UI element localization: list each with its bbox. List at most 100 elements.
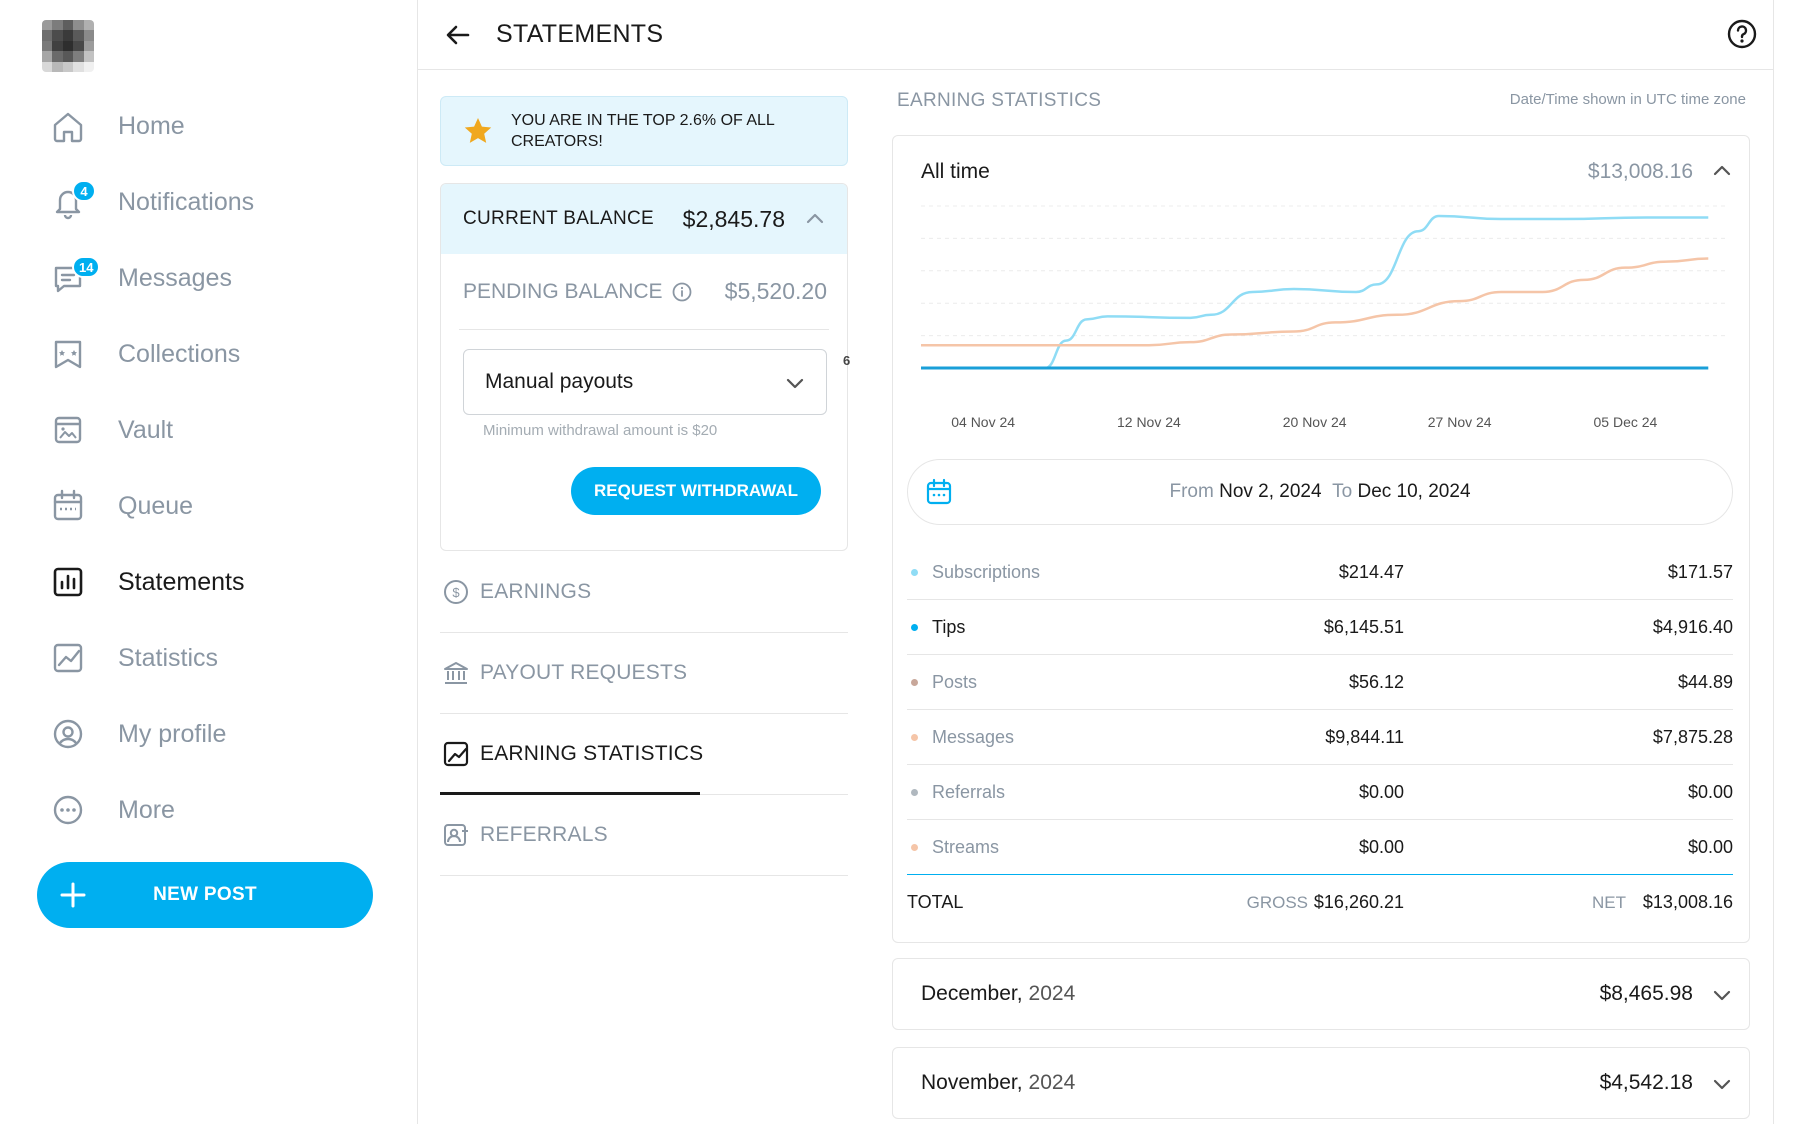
chart-series-line bbox=[921, 257, 1709, 347]
sidebar-nav: Home 4 Notifications 14 Messages Collections V… bbox=[0, 88, 417, 848]
sidebar-item-messages[interactable]: 14 Messages bbox=[0, 240, 417, 316]
legend-dot bbox=[911, 788, 918, 796]
total-label: TOTAL bbox=[907, 892, 964, 912]
avatar-pixel bbox=[73, 20, 84, 31]
sidebar-item-statements[interactable]: Statements bbox=[0, 544, 417, 620]
trend-icon bbox=[48, 638, 88, 678]
calendar-icon bbox=[48, 486, 88, 526]
pending-balance-amount: $5,520.20 bbox=[724, 278, 827, 304]
date-from: Nov 2, 2024 bbox=[1219, 481, 1322, 502]
gross-label: GROSS bbox=[1246, 892, 1308, 912]
avatar-pixel bbox=[62, 20, 74, 31]
avatar-pixel bbox=[62, 30, 74, 41]
chevron-down-icon[interactable] bbox=[1709, 982, 1735, 1008]
sidebar-item-label: Queue bbox=[118, 491, 194, 520]
earnings-row-gross: $214.47 bbox=[1338, 561, 1404, 582]
earnings-row-net: $0.00 bbox=[1687, 836, 1733, 857]
more-icon bbox=[48, 790, 88, 830]
chevron-up-icon[interactable] bbox=[1709, 158, 1735, 184]
earnings-row-net: $7,875.28 bbox=[1652, 726, 1733, 747]
earnings-row-gross: $56.12 bbox=[1348, 671, 1404, 692]
earnings-row-name: Subscriptions bbox=[932, 561, 1041, 582]
avatar[interactable] bbox=[42, 20, 94, 72]
earnings-total-row: TOTAL GROSS $16,260.21 NET $13,008.16 bbox=[907, 875, 1733, 930]
sidebar-item-profile[interactable]: My profile bbox=[0, 696, 417, 772]
earnings-row-net: $0.00 bbox=[1687, 781, 1733, 802]
earnings-row: Subscriptions $214.47 $171.57 bbox=[907, 545, 1733, 600]
back-arrow-icon[interactable] bbox=[442, 19, 474, 51]
tab-earnings[interactable]: $ EARNINGS bbox=[440, 552, 848, 633]
sidebar-item-collections[interactable]: Collections bbox=[0, 316, 417, 392]
bank-icon bbox=[442, 659, 470, 687]
avatar-pixel bbox=[83, 30, 94, 41]
trend-icon bbox=[442, 740, 470, 768]
avatar-pixel bbox=[62, 61, 74, 72]
tab-label: EARNINGS bbox=[480, 580, 592, 603]
date-from-label: From bbox=[1169, 481, 1214, 502]
min-withdrawal-note: Minimum withdrawal amount is $20 bbox=[483, 422, 718, 439]
sidebar-item-label: Messages bbox=[118, 263, 232, 292]
chart-x-tick-label: 20 Nov 24 bbox=[1282, 414, 1347, 430]
earnings-row-gross: $0.00 bbox=[1358, 836, 1404, 857]
request-withdrawal-button[interactable]: REQUEST WITHDRAWAL bbox=[571, 467, 821, 515]
balance-card: CURRENT BALANCE $2,845.78 PENDING BALANC… bbox=[440, 183, 848, 551]
avatar-pixel bbox=[52, 40, 63, 52]
date-to: Dec 10, 2024 bbox=[1357, 481, 1471, 502]
chevron-up-icon[interactable] bbox=[803, 207, 827, 231]
tab-referrals[interactable]: REFERRALS bbox=[440, 795, 848, 876]
collections-icon bbox=[48, 334, 88, 374]
month-summary-row[interactable]: November, 2024 $4,542.18 bbox=[892, 1047, 1750, 1119]
tab-earning-statistics[interactable]: EARNING STATISTICS bbox=[440, 714, 848, 795]
sidebar-item-notifications[interactable]: 4 Notifications bbox=[0, 164, 417, 240]
earnings-row-gross: $0.00 bbox=[1358, 781, 1404, 802]
chart-x-tick-label: 12 Nov 24 bbox=[1116, 414, 1181, 430]
avatar-pixel bbox=[83, 61, 94, 72]
month-amount: $4,542.18 bbox=[1599, 1071, 1693, 1094]
month-year: 2024 bbox=[1028, 982, 1076, 1005]
pending-balance-label: PENDING BALANCE bbox=[463, 279, 663, 303]
svg-text:$: $ bbox=[452, 585, 460, 600]
bar-chart-icon bbox=[48, 562, 88, 602]
total-net: $13,008.16 bbox=[1642, 892, 1733, 912]
profile-icon bbox=[48, 714, 88, 754]
tab-payout-requests[interactable]: PAYOUT REQUESTS bbox=[440, 633, 848, 714]
total-gross: $16,260.21 bbox=[1313, 892, 1404, 912]
timezone-note: Date/Time shown in UTC time zone bbox=[1509, 91, 1746, 108]
avatar-pixel bbox=[73, 40, 84, 52]
month-summary-row[interactable]: December, 2024 $8,465.98 bbox=[892, 958, 1750, 1030]
new-post-button[interactable]: NEW POST bbox=[37, 862, 373, 928]
sidebar-item-home[interactable]: Home bbox=[0, 88, 417, 164]
dollar-circle-icon: $ bbox=[442, 578, 470, 606]
earnings-line-chart bbox=[921, 205, 1729, 370]
payout-method-select[interactable]: Manual payouts bbox=[463, 349, 827, 415]
avatar-pixel bbox=[83, 20, 94, 31]
vault-icon bbox=[48, 410, 88, 450]
sidebar-item-queue[interactable]: Queue bbox=[0, 468, 417, 544]
avatar-pixel bbox=[52, 30, 63, 41]
chevron-down-icon[interactable] bbox=[1709, 1071, 1735, 1097]
sidebar-item-more[interactable]: More bbox=[0, 772, 417, 848]
sidebar-item-label: Statistics bbox=[118, 643, 219, 672]
month-name: November, bbox=[921, 1071, 1023, 1094]
sidebar-item-statistics[interactable]: Statistics bbox=[0, 620, 417, 696]
earnings-row-net: $4,916.40 bbox=[1652, 616, 1733, 637]
sidebar-item-label: Home bbox=[118, 111, 185, 140]
legend-dot bbox=[911, 568, 918, 576]
date-range-picker[interactable]: From Nov 2, 2024 To Dec 10, 2024 bbox=[907, 459, 1733, 525]
payout-method-value: Manual payouts bbox=[485, 370, 634, 393]
avatar-pixel bbox=[83, 40, 94, 52]
period-total: $13,008.16 bbox=[1587, 160, 1693, 183]
month-amount: $8,465.98 bbox=[1599, 982, 1693, 1005]
sidebar-item-label: Collections bbox=[118, 339, 241, 368]
legend-dot bbox=[911, 843, 918, 851]
current-balance-row[interactable]: CURRENT BALANCE $2,845.78 bbox=[441, 184, 847, 254]
avatar-pixel bbox=[42, 30, 53, 41]
calendar-icon bbox=[926, 478, 952, 505]
earning-stats-card: All time $13,008.16 04 Nov 24 12 Nov 24 20… bbox=[892, 135, 1750, 943]
home-icon bbox=[48, 106, 88, 146]
sidebar-item-vault[interactable]: Vault bbox=[0, 392, 417, 468]
notification-badge: 14 bbox=[72, 256, 101, 278]
earnings-row-name: Posts bbox=[932, 671, 978, 692]
info-icon[interactable] bbox=[671, 281, 693, 303]
help-icon[interactable] bbox=[1725, 17, 1759, 51]
